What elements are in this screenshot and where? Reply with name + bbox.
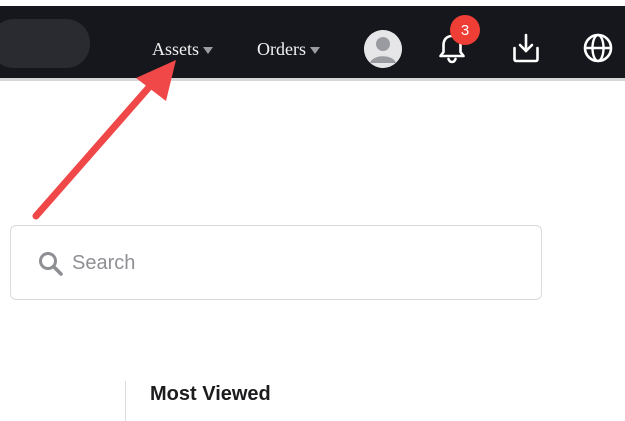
notification-count-badge: 3 <box>450 15 480 45</box>
nav-orders-menu[interactable]: Orders <box>257 38 320 60</box>
chevron-down-icon <box>309 46 320 54</box>
language-button[interactable] <box>582 31 614 65</box>
user-avatar[interactable] <box>364 30 402 68</box>
search-placeholder: Search <box>72 252 136 274</box>
most-viewed-heading: Most Viewed <box>150 383 271 405</box>
chevron-down-icon <box>203 46 214 54</box>
search-icon <box>39 252 63 276</box>
nav-assets-label: Assets <box>152 38 200 59</box>
header-divider <box>0 78 625 81</box>
page: Assets Orders 3 Search Most Viewed <box>0 0 625 421</box>
globe-icon <box>583 33 613 63</box>
header-search-field[interactable] <box>0 19 90 68</box>
nav-orders-label: Orders <box>257 38 306 59</box>
user-avatar-icon <box>364 30 402 68</box>
download-button[interactable] <box>510 31 542 65</box>
download-icon <box>513 33 539 63</box>
search-input[interactable]: Search <box>10 225 542 300</box>
nav-assets-menu[interactable]: Assets <box>152 38 214 60</box>
section-divider <box>125 381 126 421</box>
top-navigation-bar: Assets Orders <box>0 0 625 78</box>
